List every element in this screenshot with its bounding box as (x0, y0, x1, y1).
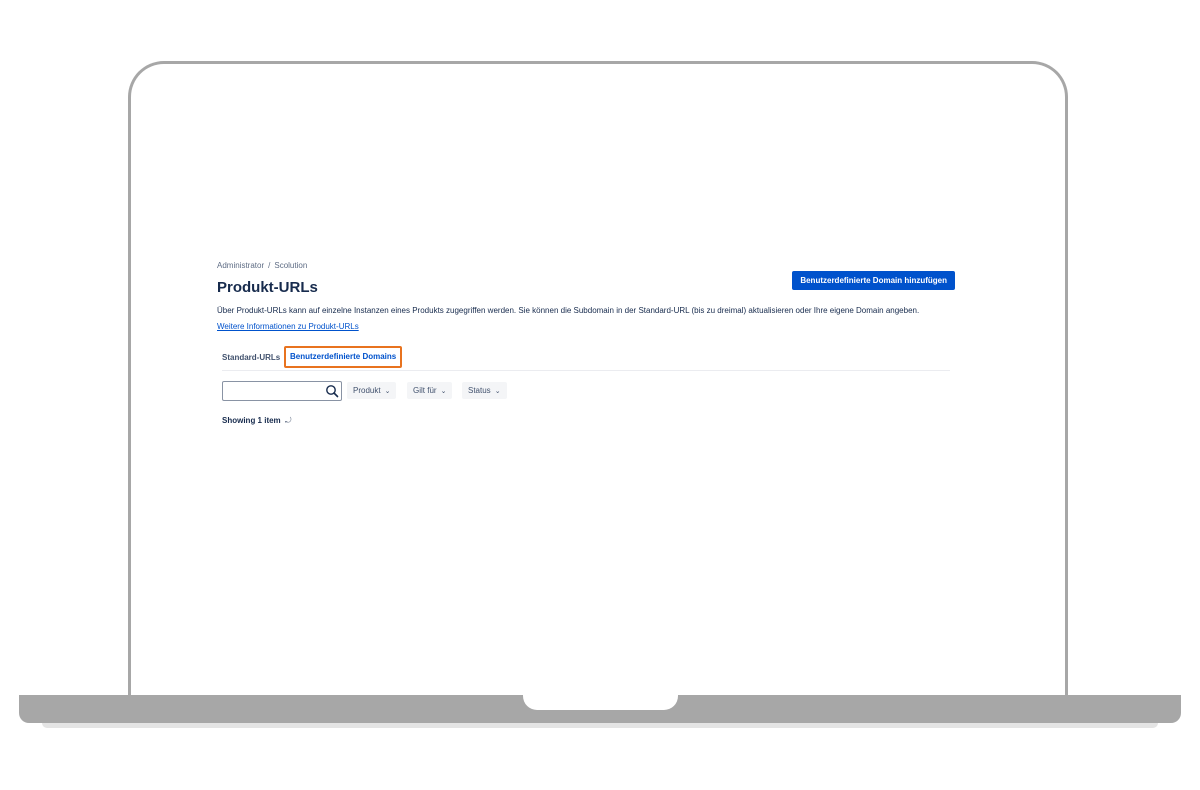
tab-standard-urls[interactable]: Standard-URLs (222, 348, 280, 368)
filter-applies-to-dropdown[interactable]: Gilt für ⌄ (407, 382, 453, 399)
breadcrumb-item-administrator[interactable]: Administrator (217, 261, 264, 270)
page-title: Produkt-URLs (217, 279, 318, 296)
results-summary: Showing 1 item ⤾ (222, 415, 957, 427)
filter-applies-to-label: Gilt für (413, 386, 437, 395)
laptop-notch (523, 695, 678, 710)
title-row: Produkt-URLs Benutzerdefinierte Domain h… (217, 271, 957, 302)
laptop-mockup: Administrator / Scolution Produkt-URLs Ben… (0, 0, 1200, 790)
search-input[interactable] (222, 381, 342, 401)
tab-custom-domains[interactable]: Benutzerdefinierte Domains (284, 346, 403, 368)
chevron-down-icon: ⌄ (440, 388, 447, 395)
more-info-link[interactable]: Weitere Informationen zu Produkt-URLs (217, 322, 359, 332)
page-description: Über Produkt-URLs kann auf einzelne Inst… (217, 306, 920, 315)
filter-product-label: Produkt (353, 386, 381, 395)
add-custom-domain-button[interactable]: Benutzerdefinierte Domain hinzufügen (792, 271, 955, 290)
filter-status-dropdown[interactable]: Status ⌄ (462, 382, 507, 399)
breadcrumb-item-scolution[interactable]: Scolution (274, 261, 307, 270)
refresh-icon[interactable]: ⤾ (285, 416, 292, 425)
filter-status-label: Status (468, 386, 491, 395)
chevron-down-icon: ⌄ (384, 388, 391, 395)
laptop-foot (42, 723, 1158, 728)
chevron-down-icon: ⌄ (494, 388, 501, 395)
breadcrumb-separator: / (268, 261, 271, 270)
tab-bar: Standard-URLs Benutzerdefinierte Domains (222, 346, 950, 371)
filter-bar: Produkt ⌄ Gilt für ⌄ Status ⌄ (222, 381, 957, 401)
results-count: Showing 1 item (222, 416, 281, 425)
page-content: Administrator / Scolution Produkt-URLs Ben… (217, 260, 957, 427)
search-icon[interactable] (325, 384, 339, 398)
filter-product-dropdown[interactable]: Produkt ⌄ (347, 382, 397, 399)
